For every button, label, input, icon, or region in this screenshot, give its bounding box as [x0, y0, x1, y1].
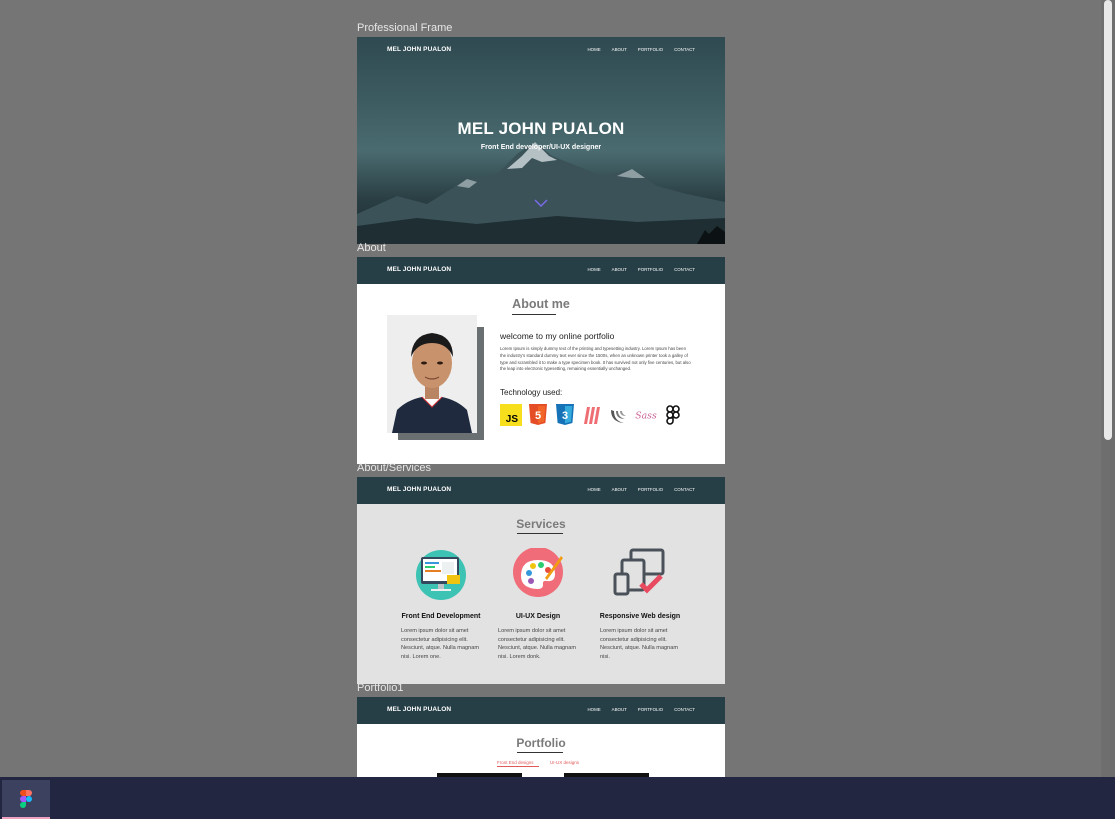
palette-icon [513, 547, 563, 597]
portfolio-heading: Portfolio [516, 736, 566, 750]
service-desc: Lorem ipsum dolor sit amet consectetur a… [401, 628, 480, 660]
services-heading: Services [516, 517, 566, 531]
css3-icon: 3 [554, 404, 576, 426]
nav-brand[interactable]: MEL JOHN PUALON [387, 46, 451, 53]
service-card: UI-UX Design Lorem ipsum dolor sit amet … [488, 547, 588, 661]
nav-link-contact[interactable]: CONTACT [674, 47, 695, 52]
nav-link-portfolio[interactable]: PORTFOLIO [638, 267, 663, 272]
service-card: Front End Development Lorem ipsum dolor … [391, 548, 491, 661]
nav-link-portfolio[interactable]: PORTFOLIO [638, 487, 663, 492]
nav-bar: MEL JOHN PUALON HOME ABOUT PORTFOLIO CON… [357, 37, 725, 64]
service-desc: Lorem ipsum dolor sit amet consectetur a… [498, 628, 577, 660]
devices-icon [613, 548, 665, 596]
frame-label-about[interactable]: About [357, 242, 386, 254]
sass-icon: Sass [635, 404, 657, 426]
css3-icon-text: 3 [562, 410, 568, 422]
frame-label-portfolio[interactable]: Portfolio1 [357, 682, 403, 694]
taskbar-app-figma[interactable] [2, 780, 50, 819]
nav-bar: MEL JOHN PUALON HOME ABOUT PORTFOLIO CON… [357, 257, 725, 284]
about-body: Lorem Ipsum is simply dummy text of the … [500, 346, 691, 372]
nav-bar: MEL JOHN PUALON HOME ABOUT PORTFOLIO CON… [357, 697, 725, 724]
nav-link-about[interactable]: ABOUT [612, 487, 627, 492]
services-frame[interactable]: MEL JOHN PUALON HOME ABOUT PORTFOLIO CON… [357, 477, 725, 684]
heading-underline [517, 752, 563, 753]
service-desc: Lorem ipsum dolor sit amet consectetur a… [600, 628, 679, 660]
html5-icon-text: 5 [535, 410, 541, 422]
nav-link-portfolio[interactable]: PORTFOLIO [638, 707, 663, 712]
frame-label-services[interactable]: About/Services [357, 462, 431, 474]
materialize-icon [581, 404, 603, 426]
portfolio-frame[interactable]: MEL JOHN PUALON HOME ABOUT PORTFOLIO CON… [357, 697, 725, 777]
service-name: Responsive Web design [599, 613, 681, 620]
monitor-icon [416, 550, 466, 600]
nav-link-about[interactable]: ABOUT [612, 707, 627, 712]
js-icon-text: JS [506, 414, 519, 425]
nav-link-home[interactable]: HOME [587, 47, 600, 52]
chevron-down-icon[interactable] [534, 199, 548, 208]
tech-heading: Technology used: [500, 388, 563, 397]
about-heading: About me [512, 297, 570, 311]
nav-brand[interactable]: MEL JOHN PUALON [387, 486, 451, 493]
nav-link-contact[interactable]: CONTACT [674, 707, 695, 712]
js-icon: JS [500, 404, 522, 426]
active-tab-underline [497, 766, 539, 767]
heading-underline [517, 533, 563, 534]
tech-icons: JS 5 3 Sass [500, 404, 684, 426]
sass-icon-text: Sass [635, 410, 657, 421]
service-name: Front End Development [401, 613, 481, 620]
nav-brand[interactable]: MEL JOHN PUALON [387, 706, 451, 713]
nav-brand[interactable]: MEL JOHN PUALON [387, 266, 451, 273]
nav-bar: MEL JOHN PUALON HOME ABOUT PORTFOLIO CON… [357, 477, 725, 504]
profile-photo [387, 315, 477, 433]
heading-underline [512, 314, 556, 315]
figma-icon [20, 790, 32, 808]
design-canvas[interactable]: Professional Frame MEL JOHN PUALON HOME … [0, 0, 1101, 777]
about-frame[interactable]: MEL JOHN PUALON HOME ABOUT PORTFOLIO CON… [357, 257, 725, 464]
scrollbar-thumb[interactable] [1104, 0, 1112, 440]
taskbar [0, 777, 1115, 819]
figma-icon [662, 404, 684, 426]
vertical-scrollbar[interactable] [1101, 0, 1115, 777]
nav-link-contact[interactable]: CONTACT [674, 487, 695, 492]
hero-subtitle: Front End developer/UI-UX designer [480, 144, 602, 151]
nav-link-about[interactable]: ABOUT [612, 267, 627, 272]
hero-title: MEL JOHN PUALON [457, 119, 625, 138]
nav-link-home[interactable]: HOME [587, 487, 600, 492]
welcome-text: welcome to my online portfolio [500, 331, 615, 341]
tab-front-end[interactable]: Front End designs [497, 760, 534, 765]
html5-icon: 5 [527, 404, 549, 426]
hero-frame[interactable]: MEL JOHN PUALON HOME ABOUT PORTFOLIO CON… [357, 37, 725, 244]
nav-link-about[interactable]: ABOUT [612, 47, 627, 52]
frame-label-hero[interactable]: Professional Frame [357, 22, 452, 34]
tab-ui-ux[interactable]: UI-UX designs [550, 760, 579, 765]
nav-link-portfolio[interactable]: PORTFOLIO [638, 47, 663, 52]
service-name: UI-UX Design [515, 613, 561, 620]
nav-link-home[interactable]: HOME [587, 267, 600, 272]
nav-link-contact[interactable]: CONTACT [674, 267, 695, 272]
nav-link-home[interactable]: HOME [587, 707, 600, 712]
service-card: Responsive Web design Lorem ipsum dolor … [590, 548, 690, 661]
jquery-icon [608, 404, 630, 426]
